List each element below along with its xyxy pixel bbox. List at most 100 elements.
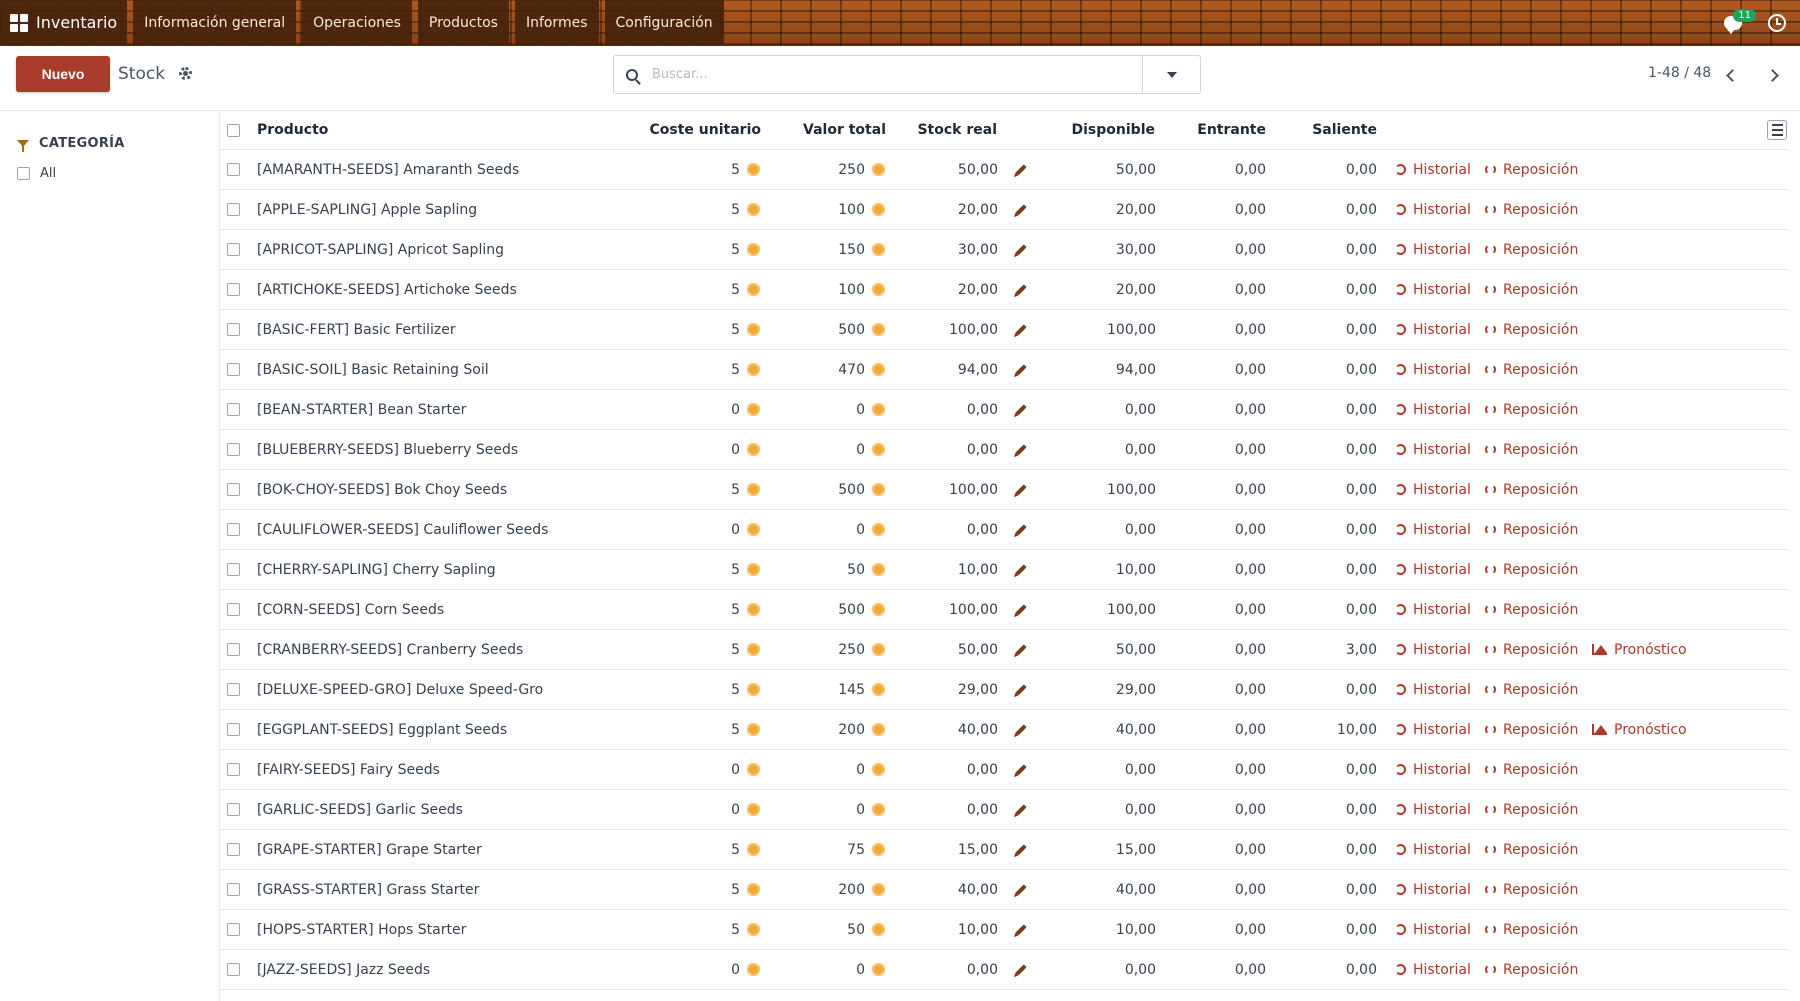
- table-row[interactable]: [GRAPE-STARTER] Grape Starter 5 75 15,00…: [220, 830, 1788, 870]
- history-icon: [1395, 564, 1406, 575]
- table-row[interactable]: [BLUEBERRY-SEEDS] Blueberry Seeds 0 0 0,…: [220, 430, 1788, 470]
- replenish-button[interactable]: Reposición: [1485, 550, 1578, 589]
- replenish-button[interactable]: Reposición: [1485, 590, 1578, 629]
- history-button[interactable]: Historial: [1395, 190, 1471, 229]
- table-row[interactable]: [DELUXE-SPEED-GRO] Deluxe Speed-Gro 5 14…: [220, 670, 1788, 710]
- search-options-toggle[interactable]: [1142, 56, 1200, 93]
- forecast-button[interactable]: Pronóstico: [1592, 630, 1687, 669]
- outgoing-qty: 0,00: [1345, 561, 1377, 578]
- menu-configuracion[interactable]: Configuración: [604, 0, 724, 45]
- app-brand[interactable]: Inventario: [0, 0, 128, 45]
- top-navbar: Inventario Información general Operacion…: [0, 0, 1800, 46]
- pager-value[interactable]: 1-48 / 48: [1648, 65, 1711, 81]
- menu-informacion-general[interactable]: Información general: [133, 0, 297, 45]
- replenish-button[interactable]: Reposición: [1485, 150, 1578, 189]
- table-row[interactable]: [BASIC-SOIL] Basic Retaining Soil 5 470 …: [220, 350, 1788, 390]
- table-row[interactable]: [CHERRY-SAPLING] Cherry Sapling 5 50 10,…: [220, 550, 1788, 590]
- history-button[interactable]: Historial: [1395, 510, 1471, 549]
- history-button[interactable]: Historial: [1395, 350, 1471, 389]
- menu-operaciones[interactable]: Operaciones: [302, 0, 412, 45]
- table-row[interactable]: [HOPS-STARTER] Hops Starter 5 50 10,00 1…: [220, 910, 1788, 950]
- search-input[interactable]: [652, 67, 1142, 82]
- history-button[interactable]: Historial: [1395, 830, 1471, 869]
- history-button[interactable]: Historial: [1395, 550, 1471, 589]
- replenish-icon: [1485, 724, 1496, 735]
- table-row[interactable]: [CORN-SEEDS] Corn Seeds 5 500 100,00 100…: [220, 590, 1788, 630]
- history-button[interactable]: Historial: [1395, 470, 1471, 509]
- table-row[interactable]: [JAZZ-SEEDS] Jazz Seeds 0 0 0,00 0,00 0,…: [220, 950, 1788, 990]
- activity-clock-icon[interactable]: [1768, 14, 1786, 32]
- replenish-button[interactable]: Reposición: [1485, 350, 1578, 389]
- history-button[interactable]: Historial: [1395, 390, 1471, 429]
- history-button[interactable]: Historial: [1395, 710, 1471, 749]
- history-button[interactable]: Historial: [1395, 950, 1471, 989]
- table-row[interactable]: [CRANBERRY-SEEDS] Cranberry Seeds 5 250 …: [220, 630, 1788, 670]
- history-icon: [1395, 444, 1406, 455]
- table-row[interactable]: [APPLE-SAPLING] Apple Sapling 5 100 20,0…: [220, 190, 1788, 230]
- replenish-button[interactable]: Reposición: [1485, 670, 1578, 709]
- replenish-button[interactable]: Reposición: [1485, 310, 1578, 349]
- table-row[interactable]: [FAIRY-SEEDS] Fairy Seeds 0 0 0,00 0,00 …: [220, 750, 1788, 790]
- history-button[interactable]: Historial: [1395, 270, 1471, 309]
- replenish-button[interactable]: Reposición: [1485, 710, 1578, 749]
- table-row[interactable]: [GARLIC-SEEDS] Garlic Seeds 0 0 0,00 0,0…: [220, 790, 1788, 830]
- history-button[interactable]: Historial: [1395, 590, 1471, 629]
- replenish-button[interactable]: Reposición: [1485, 790, 1578, 829]
- table-row[interactable]: [CAULIFLOWER-SEEDS] Cauliflower Seeds 0 …: [220, 510, 1788, 550]
- replenish-label: Reposición: [1503, 681, 1579, 698]
- messaging-button[interactable]: 11: [1716, 0, 1756, 46]
- apps-grid-icon[interactable]: [10, 13, 28, 32]
- replenish-button[interactable]: Reposición: [1485, 510, 1578, 549]
- history-button[interactable]: Historial: [1395, 750, 1471, 789]
- category-item-all[interactable]: All: [17, 166, 56, 181]
- optional-columns-toggle[interactable]: [1767, 120, 1787, 140]
- history-button[interactable]: Historial: [1395, 790, 1471, 829]
- history-label: Historial: [1413, 201, 1471, 218]
- table-row[interactable]: [BOK-CHOY-SEEDS] Bok Choy Seeds 5 500 10…: [220, 470, 1788, 510]
- history-button[interactable]: Historial: [1395, 430, 1471, 469]
- table-row[interactable]: [BASIC-FERT] Basic Fertilizer 5 500 100,…: [220, 310, 1788, 350]
- menu-informes[interactable]: Informes: [514, 0, 599, 45]
- replenish-icon: [1485, 244, 1496, 255]
- table-row[interactable]: [APRICOT-SAPLING] Apricot Sapling 5 150 …: [220, 230, 1788, 270]
- history-button[interactable]: Historial: [1395, 670, 1471, 709]
- category-all-checkbox[interactable]: [17, 167, 30, 180]
- history-button[interactable]: Historial: [1395, 870, 1471, 909]
- replenish-button[interactable]: Reposición: [1485, 910, 1578, 949]
- replenish-icon: [1485, 324, 1496, 335]
- history-button[interactable]: Historial: [1395, 910, 1471, 949]
- replenish-button[interactable]: Reposición: [1485, 630, 1578, 669]
- table-row[interactable]: [AMARANTH-SEEDS] Amaranth Seeds 5 250 50…: [220, 150, 1788, 190]
- col-saliente[interactable]: Saliente: [220, 111, 1377, 149]
- table-row[interactable]: [EGGPLANT-SEEDS] Eggplant Seeds 5 200 40…: [220, 710, 1788, 750]
- outgoing-qty: 10,00: [1336, 721, 1377, 738]
- forecast-button[interactable]: Pronóstico: [1592, 710, 1687, 749]
- history-button[interactable]: Historial: [1395, 230, 1471, 269]
- replenish-icon: [1485, 884, 1496, 895]
- replenish-button[interactable]: Reposición: [1485, 870, 1578, 909]
- new-button[interactable]: Nuevo: [16, 56, 110, 92]
- history-button[interactable]: Historial: [1395, 310, 1471, 349]
- replenish-button[interactable]: Reposición: [1485, 270, 1578, 309]
- pager-next-button[interactable]: [1760, 63, 1784, 87]
- table-row[interactable]: [ARTICHOKE-SEEDS] Artichoke Seeds 5 100 …: [220, 270, 1788, 310]
- history-icon: [1395, 764, 1406, 775]
- replenish-button[interactable]: Reposición: [1485, 950, 1578, 989]
- history-label: Historial: [1413, 601, 1471, 618]
- replenish-button[interactable]: Reposición: [1485, 470, 1578, 509]
- history-button[interactable]: Historial: [1395, 150, 1471, 189]
- replenish-button[interactable]: Reposición: [1485, 190, 1578, 229]
- history-label: Historial: [1413, 681, 1471, 698]
- pager-previous-button[interactable]: [1720, 63, 1744, 87]
- navbar-systray: 11: [1716, 0, 1800, 46]
- replenish-button[interactable]: Reposición: [1485, 230, 1578, 269]
- replenish-button[interactable]: Reposición: [1485, 750, 1578, 789]
- replenish-button[interactable]: Reposición: [1485, 430, 1578, 469]
- menu-productos[interactable]: Productos: [417, 0, 509, 45]
- gear-icon[interactable]: [179, 67, 192, 80]
- replenish-button[interactable]: Reposición: [1485, 390, 1578, 429]
- history-button[interactable]: Historial: [1395, 630, 1471, 669]
- table-row[interactable]: [GRASS-STARTER] Grass Starter 5 200 40,0…: [220, 870, 1788, 910]
- table-row[interactable]: [BEAN-STARTER] Bean Starter 0 0 0,00 0,0…: [220, 390, 1788, 430]
- replenish-button[interactable]: Reposición: [1485, 830, 1578, 869]
